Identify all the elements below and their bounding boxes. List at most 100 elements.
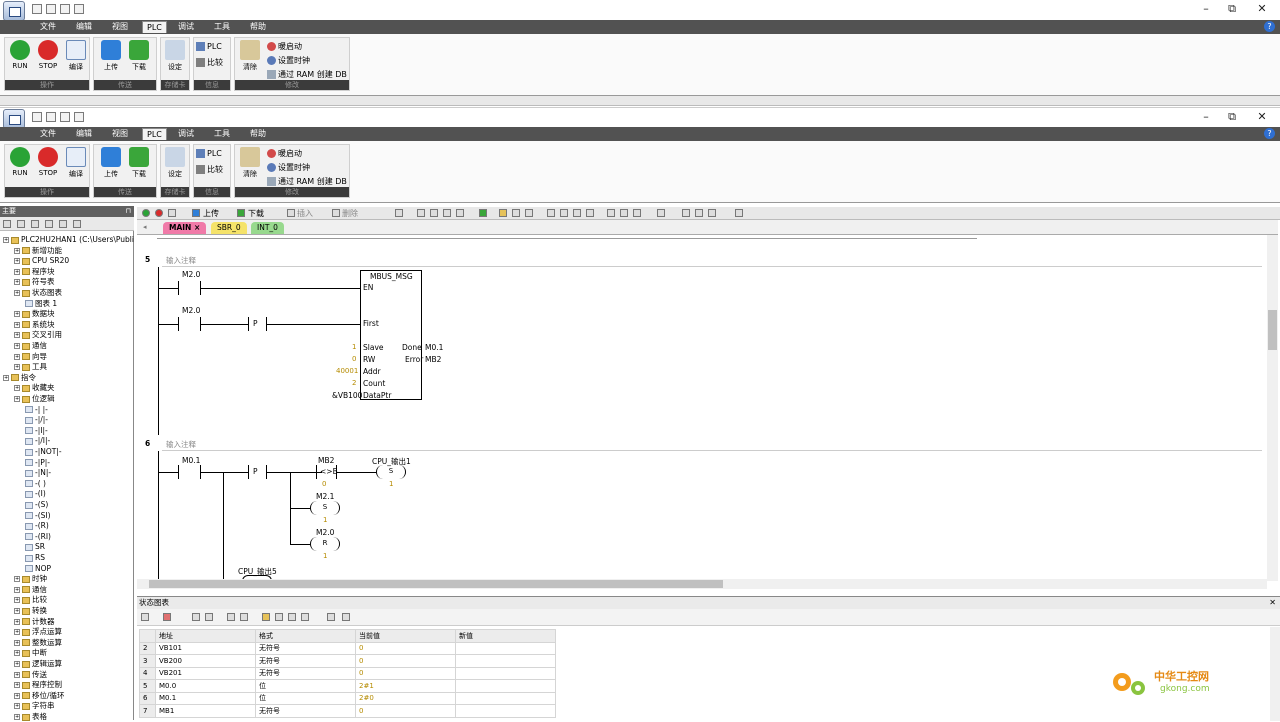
restore-button[interactable]: ⧉ <box>1222 110 1242 124</box>
table-cell[interactable]: M0.1 <box>155 691 256 705</box>
expand-icon[interactable]: + <box>14 650 20 657</box>
lock-icon[interactable] <box>499 209 507 217</box>
save-icon[interactable] <box>60 4 70 14</box>
expand-icon[interactable]: + <box>14 682 20 689</box>
slave-value[interactable]: 1 <box>352 343 356 351</box>
tree-item[interactable]: + CPU SR20 <box>14 256 69 266</box>
tree-item[interactable]: + 传送 <box>14 670 47 680</box>
expand-icon[interactable]: + <box>14 703 20 710</box>
scrollbar-thumb[interactable] <box>149 580 723 588</box>
menu-file[interactable]: 文件 <box>40 21 56 32</box>
tree-item[interactable]: + 程序控制 <box>14 680 62 690</box>
addr-value[interactable]: 40001 <box>336 367 358 375</box>
expand-icon[interactable]: + <box>14 247 20 254</box>
expand-icon[interactable]: + <box>14 396 20 402</box>
add-icon[interactable] <box>141 613 149 621</box>
expand-icon[interactable]: + <box>14 608 20 614</box>
download-button[interactable]: 下载 <box>126 147 152 179</box>
expand-icon[interactable]: + <box>14 661 20 667</box>
table-cell[interactable]: MB1 <box>155 704 256 718</box>
arrow-right-icon[interactable] <box>586 209 594 217</box>
menu-help[interactable]: 帮助 <box>250 128 266 139</box>
tree-item[interactable]: + 表格 <box>14 712 47 722</box>
tree-item[interactable]: + 状态图表 <box>14 288 62 298</box>
tree-item[interactable]: -|I|- <box>25 426 48 436</box>
tree-item[interactable]: -|/I|- <box>25 436 50 446</box>
trend-icon[interactable] <box>192 613 200 621</box>
tree-item[interactable]: -( ) <box>25 479 46 489</box>
expand-icon[interactable]: + <box>14 321 20 328</box>
clear-button[interactable]: 清除 <box>237 40 263 72</box>
table-row[interactable]: 3 VB200 无符号 0 <box>139 654 556 668</box>
tree-item[interactable]: + 数据块 <box>14 309 55 319</box>
tab-main[interactable]: MAIN × <box>163 222 207 234</box>
menu-file[interactable]: 文件 <box>40 128 56 139</box>
tree-item[interactable]: + PLC2HU2HAN1 (C:\Users\Publi <box>3 235 134 245</box>
set-coil[interactable]: S <box>376 465 406 479</box>
app-icon[interactable] <box>3 1 25 21</box>
unforce-icon[interactable] <box>301 613 309 621</box>
set-clock-button[interactable]: 设置时钟 <box>267 55 310 66</box>
network-icon[interactable] <box>395 209 403 217</box>
tab-scroll-left-icon[interactable]: ◂ <box>143 223 147 231</box>
ram-to-db-button[interactable]: 通过 RAM 创建 DB <box>267 69 347 80</box>
done-output[interactable]: M0.1 <box>425 343 443 352</box>
expand-icon[interactable]: + <box>14 576 20 583</box>
print-preview-icon[interactable] <box>443 209 451 217</box>
upload-button[interactable]: 上传 <box>98 147 124 179</box>
upload-label[interactable]: 上传 <box>203 208 219 219</box>
tree-item[interactable]: + 向导 <box>14 352 47 362</box>
tree-item[interactable]: SR <box>25 542 45 552</box>
menu-view[interactable]: 视图 <box>112 21 128 32</box>
box-icon[interactable] <box>633 209 641 217</box>
expand-icon[interactable]: + <box>14 385 20 392</box>
vertical-scrollbar[interactable] <box>1267 235 1278 581</box>
expand-icon[interactable]: + <box>14 311 20 318</box>
cut-icon[interactable] <box>512 209 520 217</box>
table-cell[interactable] <box>455 691 556 705</box>
expand-icon[interactable]: + <box>14 258 20 265</box>
minimize-button[interactable]: – <box>1196 2 1216 15</box>
tree-item[interactable]: + 位逻辑 <box>14 394 55 404</box>
line-down-icon[interactable] <box>560 209 568 217</box>
options-icon[interactable] <box>73 220 81 228</box>
panel-close-icon[interactable]: ✕ <box>1269 597 1276 609</box>
line-icon[interactable] <box>547 209 555 217</box>
menu-debug[interactable]: 调试 <box>178 21 194 32</box>
folder-icon[interactable] <box>456 209 464 217</box>
table-cell[interactable] <box>455 654 556 668</box>
expand-icon[interactable]: + <box>14 279 20 286</box>
column-header[interactable]: 新值 <box>455 629 556 643</box>
column-header[interactable] <box>139 629 156 643</box>
page-icon[interactable] <box>45 220 53 228</box>
vertical-scrollbar[interactable] <box>1270 627 1280 721</box>
chart-icon[interactable] <box>327 613 335 621</box>
expand-icon[interactable]: + <box>14 618 20 625</box>
tab-close-icon[interactable]: × <box>194 223 200 232</box>
menu-tools[interactable]: 工具 <box>214 21 230 32</box>
unlock-icon[interactable] <box>275 613 283 621</box>
comment-icon[interactable] <box>708 209 716 217</box>
tree-item[interactable]: + 中断 <box>14 648 47 658</box>
plc-info-button[interactable]: PLC <box>196 42 222 51</box>
app-icon[interactable] <box>3 109 25 129</box>
new-icon[interactable] <box>32 4 42 14</box>
scrollbar-thumb[interactable] <box>1268 310 1277 350</box>
download-icon[interactable] <box>237 209 245 217</box>
table-cell[interactable]: VB101 <box>155 641 256 655</box>
bookmark-icon[interactable] <box>430 209 438 217</box>
insert-label[interactable]: 插入 <box>297 208 313 219</box>
help-icon[interactable]: ? <box>1264 21 1275 32</box>
tree-item[interactable]: NOP <box>25 564 51 574</box>
power-up-reset-button[interactable]: 暖启动 <box>267 41 302 52</box>
plc-info-button[interactable]: PLC <box>196 149 222 158</box>
close-button[interactable]: ✕ <box>1252 110 1272 123</box>
read-icon[interactable] <box>288 613 296 621</box>
clear-button[interactable]: 清除 <box>237 147 263 179</box>
write-icon[interactable] <box>227 613 235 621</box>
menu-help[interactable]: 帮助 <box>250 21 266 32</box>
compare-button[interactable]: 比较 <box>196 164 223 175</box>
tree-item[interactable]: -|P|- <box>25 458 50 468</box>
tree-item[interactable]: RS <box>25 553 45 563</box>
tree-item[interactable]: -|NOT|- <box>25 447 62 457</box>
